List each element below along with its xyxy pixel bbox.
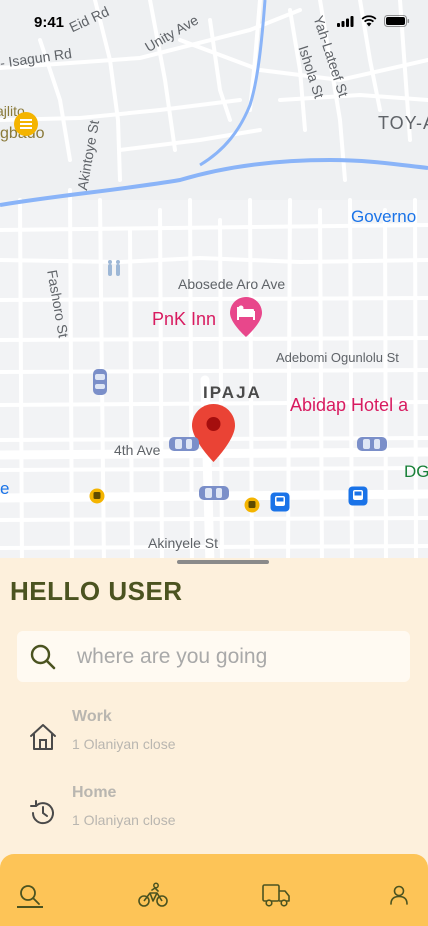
street-label-adebomi: Adebomi Ogunlolu St (276, 350, 399, 365)
area-label-ipaja: IPAJA (203, 383, 262, 402)
saved-place-address: 1 Olaniyan close (72, 736, 176, 752)
battery-icon (384, 15, 410, 27)
bottom-nav (0, 854, 428, 926)
poi-label-pnk-inn[interactable]: PnK Inn (152, 309, 216, 330)
transit-station-icon[interactable] (348, 486, 368, 506)
greeting-title: HELLO USER (10, 576, 183, 606)
sheet-grab-handle[interactable] (177, 560, 269, 564)
street-label-akinyele: Akinyele St (148, 535, 219, 551)
nav-bike[interactable] (136, 880, 170, 910)
school-marker-icon[interactable] (13, 111, 39, 137)
saved-place-home[interactable]: Home 1 Olaniyan close (0, 784, 428, 844)
history-icon (30, 800, 54, 825)
bus-stop-icon[interactable] (89, 488, 105, 504)
nav-delivery[interactable] (260, 880, 292, 910)
search-box[interactable] (17, 631, 410, 682)
car-marker-icon (199, 486, 229, 500)
wifi-icon (361, 15, 377, 27)
search-icon (30, 644, 56, 669)
poi-label-e: e (0, 479, 10, 498)
saved-place-name: Home (72, 784, 117, 801)
street-label-abosede: Abosede Aro Ave (178, 276, 286, 292)
search-icon (20, 885, 40, 905)
status-time: 9:41 (34, 14, 65, 31)
profile-icon (390, 885, 408, 905)
transit-station-icon[interactable] (270, 492, 290, 512)
app-screen: 9:41 Eid Rd Unity Ave Yah-Lateef St Isho… (0, 0, 428, 926)
home-icon (30, 724, 56, 750)
car-marker-icon (357, 437, 387, 451)
saved-place-address: 1 Olaniyan close (72, 812, 176, 828)
signal-icon (337, 15, 354, 27)
poi-label-abidap[interactable]: Abidap Hotel a (290, 395, 408, 416)
status-icons (337, 15, 410, 27)
nav-active-indicator (17, 906, 43, 908)
map-view[interactable]: Eid Rd Unity Ave Yah-Lateef St Ishola St… (0, 0, 428, 565)
bus-stop-icon[interactable] (244, 497, 260, 513)
street-label-4th-ave: 4th Ave (114, 442, 161, 458)
saved-place-work[interactable]: Work 1 Olaniyan close (0, 708, 428, 768)
search-input[interactable] (77, 644, 397, 669)
car-marker-icon (93, 369, 107, 395)
poi-label-dg: DG (404, 462, 428, 481)
place-label-governo: Governo (351, 207, 417, 226)
saved-place-name: Work (72, 708, 112, 725)
bike-icon (138, 882, 168, 907)
hotel-marker-icon[interactable] (230, 297, 262, 337)
status-bar: 9:41 (0, 0, 428, 46)
nav-profile[interactable] (384, 880, 414, 910)
location-pin-icon[interactable] (192, 404, 235, 462)
truck-icon (262, 884, 290, 907)
place-label-toy: TOY-A (378, 113, 428, 133)
car-marker-icon (169, 437, 199, 451)
